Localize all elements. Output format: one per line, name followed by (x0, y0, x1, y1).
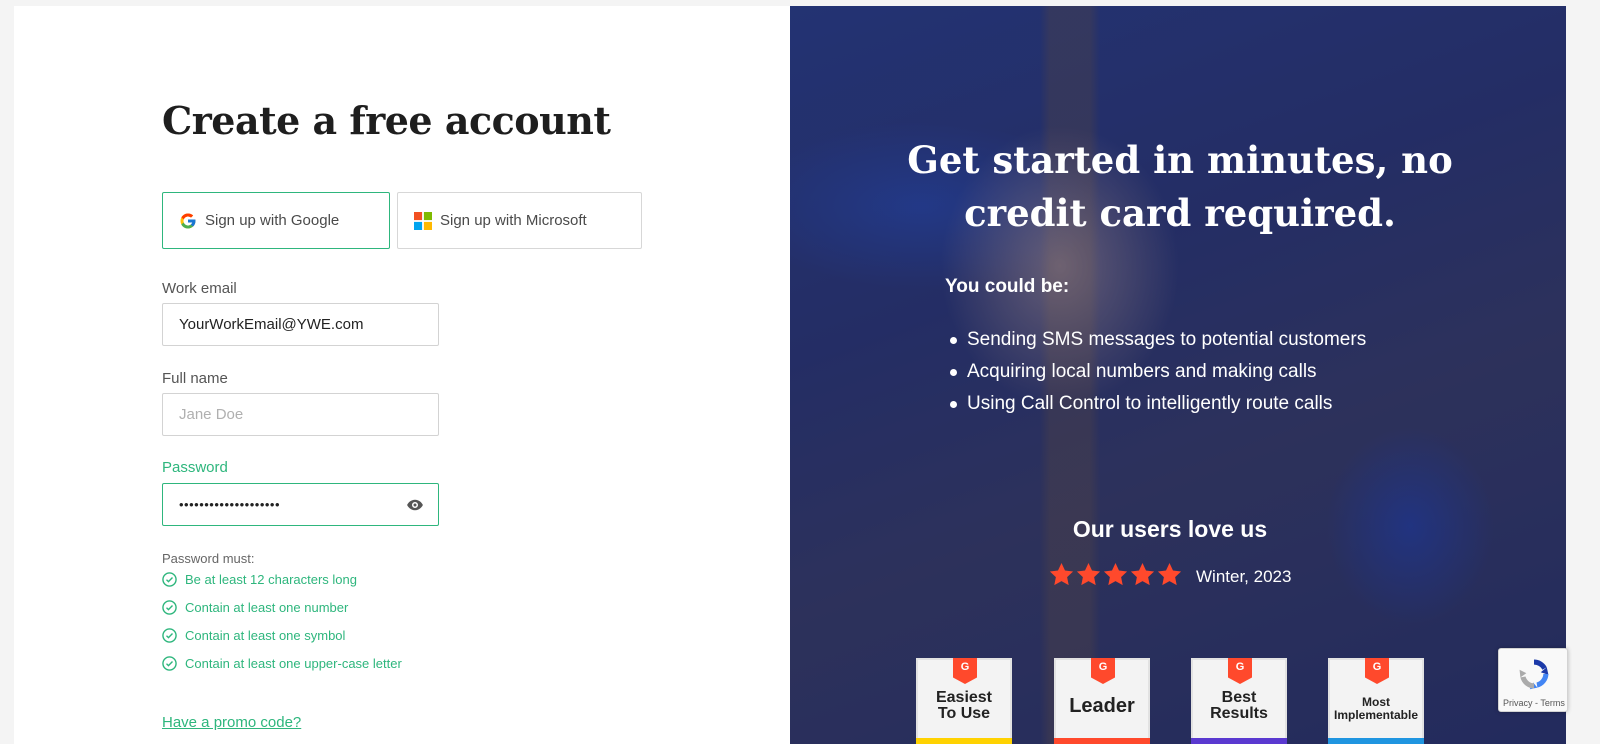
password-rule-text: Contain at least one symbol (185, 628, 346, 643)
password-value: •••••••••••••••••••• (179, 497, 281, 512)
g2-logo-icon: G (953, 658, 977, 684)
badge-title: Easiest To Use (935, 689, 993, 722)
password-rule-text: Contain at least one upper-case letter (185, 656, 402, 671)
name-placeholder: Jane Doe (179, 406, 244, 423)
google-signup-button[interactable]: Sign up with Google (162, 192, 390, 249)
password-rule: Contain at least one symbol (162, 628, 345, 643)
star-icon (1130, 563, 1155, 586)
password-rule: Contain at least one number (162, 600, 348, 615)
check-circle-icon (162, 572, 177, 587)
microsoft-signup-button[interactable]: Sign up with Microsoft (397, 192, 642, 249)
google-signup-label: Sign up with Google (205, 212, 340, 229)
recaptcha-icon (1519, 659, 1549, 690)
rating-stars (1048, 561, 1183, 588)
email-label: Work email (162, 280, 237, 297)
g2-badge-best-results: G Best Results (1191, 658, 1287, 744)
g2-logo-icon: G (1365, 658, 1389, 684)
could-be-label: You could be: (945, 276, 1070, 297)
page-title: Create a free account (162, 98, 611, 143)
password-rule: Contain at least one upper-case letter (162, 656, 402, 671)
star-icon (1049, 563, 1074, 586)
signup-panel: Create a free account Sign up with Googl… (14, 6, 790, 744)
promo-panel: Get started in minutes, no credit card r… (790, 6, 1566, 744)
rating-period: Winter, 2023 (1196, 567, 1292, 586)
badge-band (1054, 738, 1150, 744)
badge-title: Leader (1069, 695, 1135, 717)
microsoft-icon (414, 211, 432, 230)
page-frame: Create a free account Sign up with Googl… (14, 6, 1566, 744)
badge-title: Best Results (1210, 689, 1268, 722)
password-rules-heading: Password must: (162, 551, 255, 566)
check-circle-icon (162, 628, 177, 643)
recaptcha-badge[interactable]: Privacy - Terms (1498, 648, 1568, 712)
star-icon (1076, 563, 1101, 586)
password-rule-text: Contain at least one number (185, 600, 349, 615)
star-icon (1103, 563, 1128, 586)
eye-icon[interactable] (406, 496, 424, 514)
microsoft-signup-label: Sign up with Microsoft (440, 212, 587, 229)
g2-logo-icon: G (1228, 658, 1252, 684)
name-label: Full name (162, 370, 228, 387)
g2-badge-leader: G Leader (1054, 658, 1150, 744)
check-circle-icon (162, 656, 177, 671)
g2-badge-easiest-to-use: G Easiest To Use (916, 658, 1012, 744)
reviews-heading: Our users love us (1072, 516, 1268, 542)
google-icon (180, 213, 196, 228)
promo-code-link[interactable]: Have a promo code? (162, 714, 301, 731)
password-rule: Be at least 12 characters long (162, 572, 357, 587)
recaptcha-links[interactable]: Privacy - Terms (1503, 698, 1565, 708)
password-rule-text: Be at least 12 characters long (185, 572, 357, 587)
password-label: Password (162, 459, 228, 476)
star-icon (1157, 563, 1182, 586)
benefit-item: Acquiring local numbers and making calls (950, 356, 1366, 388)
benefit-item: Using Call Control to intelligently rout… (950, 388, 1366, 420)
g2-badge-most-implementable: G Most Implementable (1328, 658, 1424, 744)
badge-band (1191, 738, 1287, 744)
promo-headline: Get started in minutes, no credit card r… (907, 138, 1453, 235)
full-name-field[interactable]: Jane Doe (162, 393, 439, 436)
badge-band (1328, 738, 1424, 744)
check-circle-icon (162, 600, 177, 615)
benefits-list: Sending SMS messages to potential custom… (950, 324, 1366, 420)
password-field[interactable]: •••••••••••••••••••• (162, 483, 439, 526)
email-field[interactable]: YourWorkEmail@YWE.com (162, 303, 439, 346)
badge-band (916, 738, 1012, 744)
benefit-item: Sending SMS messages to potential custom… (950, 324, 1366, 356)
g2-logo-icon: G (1091, 658, 1115, 684)
badge-title: Most Implementable (1333, 695, 1419, 722)
email-value: YourWorkEmail@YWE.com (179, 316, 364, 333)
